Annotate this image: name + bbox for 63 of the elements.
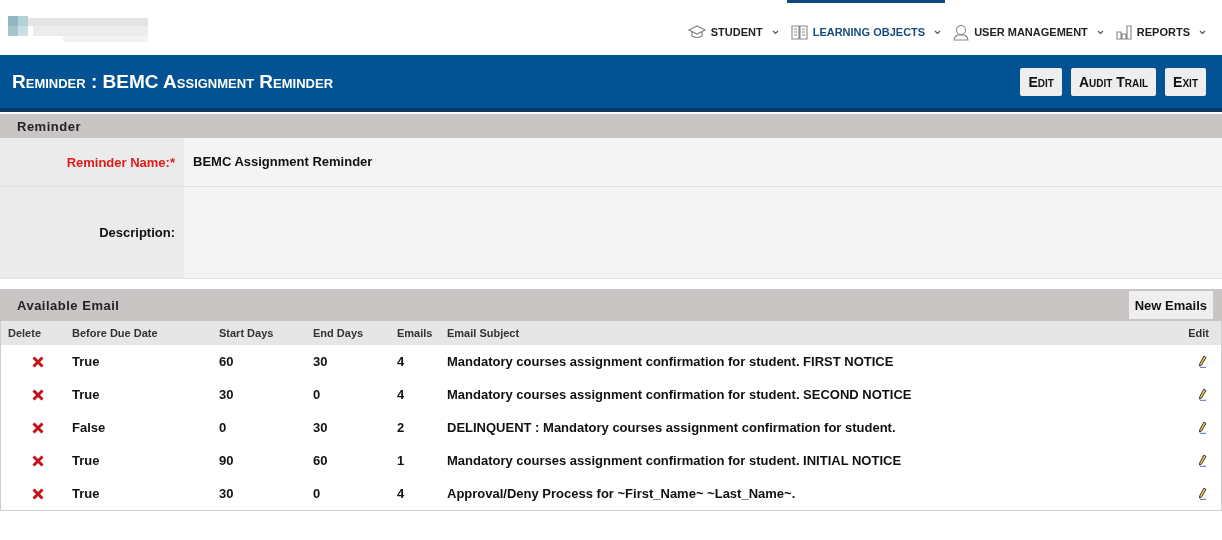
nav-menu-item[interactable]: REPORTS <box>1111 0 1210 58</box>
table-cell-text: True <box>72 354 101 369</box>
bar-chart-icon <box>1115 24 1132 40</box>
pencil-icon[interactable] <box>1198 487 1207 500</box>
header-button[interactable]: Edit <box>1020 67 1062 96</box>
header-button[interactable]: Exit <box>1165 67 1206 96</box>
nav-menu-item[interactable]: USER MANAGEMENT <box>949 0 1108 58</box>
table-cell-text: 0 <box>219 420 228 435</box>
header-button[interactable]: Audit Trail <box>1070 67 1157 96</box>
graduation-cap-icon <box>687 25 706 39</box>
book-icon <box>790 24 808 40</box>
table-cell-text: 4 <box>397 354 406 369</box>
delete-icon[interactable] <box>32 355 44 368</box>
pencil-icon[interactable] <box>1198 454 1207 467</box>
pencil-icon[interactable] <box>1198 421 1207 434</box>
column-header: Edit <box>1187 327 1210 339</box>
section-title: Reminder <box>17 118 81 134</box>
name-field: BEMC Assignment Reminder <box>184 138 1222 186</box>
table-cell-text: True <box>72 453 101 468</box>
delete-icon[interactable] <box>32 454 44 467</box>
nav-menu-item[interactable]: STUDENT <box>683 0 783 58</box>
column-header: Delete <box>7 327 43 339</box>
column-header: End Days <box>313 327 365 339</box>
chevron-down-icon <box>771 29 779 35</box>
field-label: Description: <box>0 187 184 278</box>
table-cell-text: True <box>72 387 101 402</box>
table-cell-text: 4 <box>397 486 406 501</box>
delete-icon[interactable] <box>32 487 44 500</box>
chevron-down-icon <box>1096 29 1104 35</box>
table-cell-text: 60 <box>313 453 329 468</box>
pencil-icon[interactable] <box>1198 355 1207 368</box>
table-cell-text: DELINQUENT : Mandatory courses assignment confirmation for student. <box>447 420 897 435</box>
table-cell-text: False <box>72 420 107 435</box>
table-cell-text: 30 <box>313 354 329 369</box>
chevron-down-icon <box>934 29 942 35</box>
column-header: Start Days <box>219 327 275 339</box>
table-cell-text: Mandatory courses assignment confirmation for student. INITIAL NOTICE <box>447 453 903 468</box>
table-cell-text: 30 <box>313 420 329 435</box>
table-cell-text: 0 <box>313 486 322 501</box>
table-cell-text: 30 <box>219 387 235 402</box>
column-header: Email Subject <box>447 327 521 339</box>
table-cell-text: 1 <box>397 453 406 468</box>
table-cell-text: Mandatory courses assignment confirmation for student. SECOND NOTICE <box>447 387 913 402</box>
section-title: Available Email <box>17 297 120 313</box>
delete-icon[interactable] <box>32 388 44 401</box>
field-label: Reminder Name:* <box>0 138 184 186</box>
table-cell-text: Mandatory courses assignment confirmation for student. FIRST NOTICE <box>447 354 895 369</box>
column-header: Emails <box>397 327 434 339</box>
table-cell-text: 30 <box>219 486 235 501</box>
new-emails-button[interactable]: New Emails <box>1128 291 1213 319</box>
table-cell-text: 0 <box>313 387 322 402</box>
table-cell-text: True <box>72 486 101 501</box>
table-cell-text: 4 <box>397 387 406 402</box>
user-icon <box>953 23 970 41</box>
table-cell-text: 2 <box>397 420 406 435</box>
page-title: Reminder : BEMC Assignment Reminder <box>12 70 334 93</box>
pencil-icon[interactable] <box>1198 388 1207 401</box>
chevron-down-icon <box>1199 29 1206 35</box>
table-cell-text: 60 <box>219 354 235 369</box>
table-cell-text: Approval/Deny Process for ~First_Name~ ~Last_Name~. <box>447 486 797 501</box>
table-cell-text: 90 <box>219 453 235 468</box>
column-header: Before Due Date <box>72 327 159 339</box>
delete-icon[interactable] <box>32 421 44 434</box>
